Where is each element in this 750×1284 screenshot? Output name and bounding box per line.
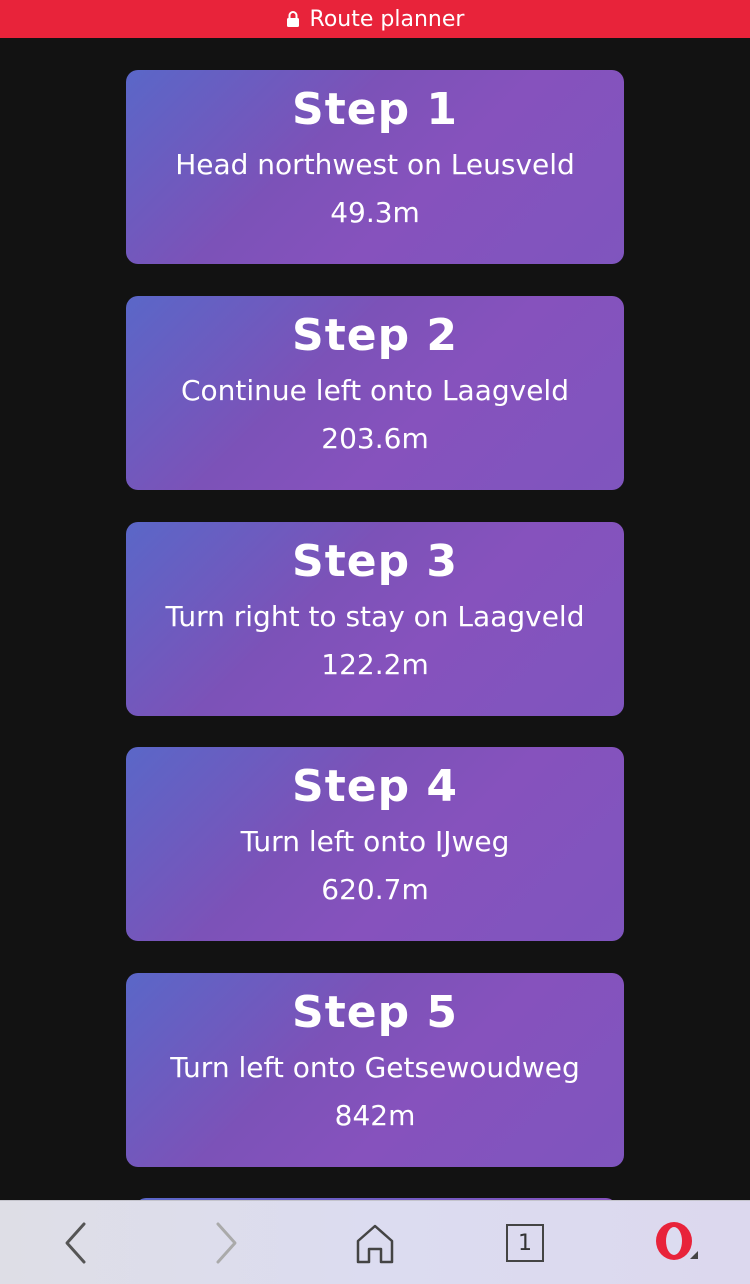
step-card: Step 2 Continue left onto Laagveld 203.6… (126, 296, 624, 490)
step-distance: 203.6m (321, 422, 429, 455)
opera-menu-icon (656, 1222, 698, 1260)
step-title: Step 2 (292, 310, 458, 361)
step-distance: 842m (334, 1099, 416, 1132)
home-button[interactable] (351, 1219, 399, 1267)
step-title: Step 5 (292, 987, 458, 1038)
step-distance: 620.7m (321, 873, 429, 906)
forward-icon (216, 1222, 237, 1264)
step-instruction: Turn right to stay on Laagveld (165, 600, 585, 633)
forward-button[interactable] (202, 1219, 250, 1267)
step-title: Step 4 (292, 761, 458, 812)
tabs-icon: 1 (506, 1224, 544, 1262)
back-icon (65, 1222, 86, 1264)
step-instruction: Turn left onto Getsewoudweg (170, 1051, 580, 1084)
step-card: Step 1 Head northwest on Leusveld 49.3m (126, 70, 624, 264)
step-title: Step 3 (292, 536, 458, 587)
step-card: Step 4 Turn left onto IJweg 620.7m (126, 747, 624, 941)
back-button[interactable] (52, 1219, 100, 1267)
step-card: Step 3 Turn right to stay on Laagveld 12… (126, 522, 624, 716)
opera-menu-button[interactable] (652, 1219, 700, 1267)
step-instruction: Turn left onto IJweg (240, 825, 510, 858)
step-distance: 49.3m (330, 196, 420, 229)
tabs-button[interactable]: 1 (501, 1219, 549, 1267)
lock-icon (286, 11, 299, 27)
browser-toolbar: 1 (0, 1200, 750, 1284)
address-bar[interactable]: Route planner (0, 0, 750, 38)
step-instruction: Head northwest on Leusveld (175, 148, 575, 181)
step-title: Step 1 (292, 84, 458, 135)
route-steps-list[interactable]: Step 1 Head northwest on Leusveld 49.3m … (0, 38, 750, 1200)
step-distance: 122.2m (321, 648, 429, 681)
step-instruction: Continue left onto Laagveld (181, 374, 569, 407)
page-title: Route planner (309, 6, 465, 32)
step-card: Step 5 Turn left onto Getsewoudweg 842m (126, 973, 624, 1167)
home-icon (356, 1224, 394, 1264)
